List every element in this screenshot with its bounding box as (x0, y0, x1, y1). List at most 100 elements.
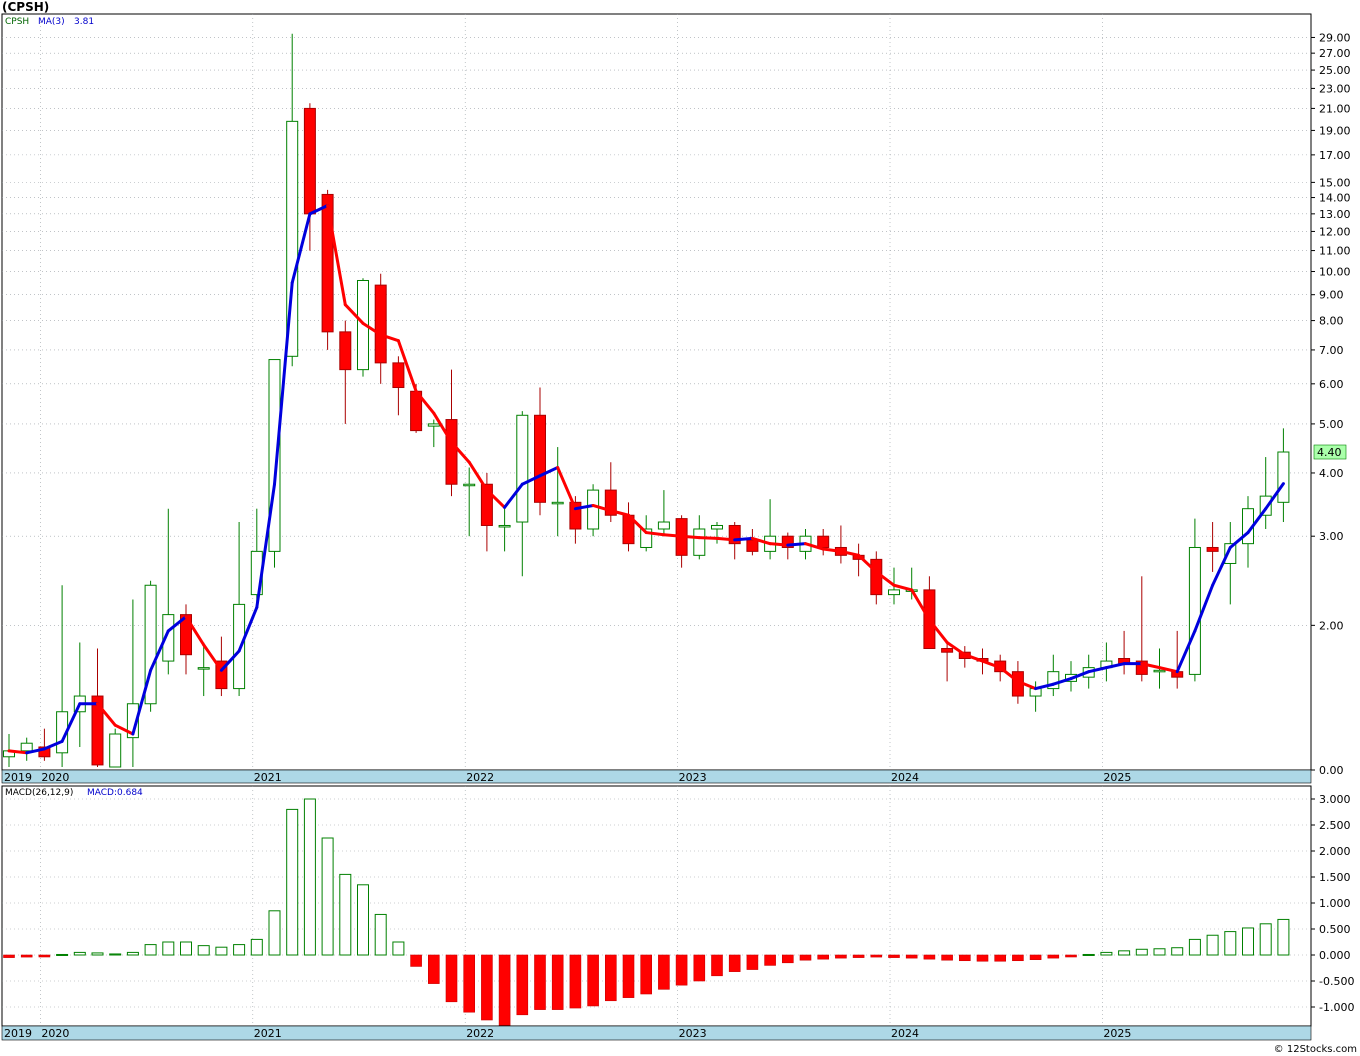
legend-ma-value: 3.81 (74, 17, 94, 27)
macd-bar-negative (658, 954, 670, 990)
price-tick-label: 14.00 (1319, 192, 1351, 205)
price-tick-label: 8.00 (1319, 315, 1344, 328)
price-tick-label: 5.00 (1319, 418, 1344, 431)
year-label: 2024 (891, 771, 919, 784)
candle-down (374, 284, 387, 364)
candle-down (339, 331, 352, 371)
price-tick-label: 2.00 (1319, 619, 1344, 632)
macd-bar-negative (516, 954, 529, 1016)
macd-bar-negative (1065, 954, 1077, 958)
macd-bar-positive (1188, 938, 1201, 956)
macd-tick-label: 0.500 (1319, 923, 1351, 936)
price-tick-label: 6.00 (1319, 378, 1344, 391)
year-label: 2020 (41, 1027, 69, 1040)
macd-bar-negative (622, 954, 635, 998)
candle-up (463, 483, 476, 487)
macd-bar-positive (374, 913, 387, 956)
ma-segment (697, 536, 719, 540)
price-tick-label: 21.00 (1319, 102, 1351, 115)
macd-bar-negative (888, 954, 900, 958)
candle-down (321, 193, 334, 333)
macd-bar-positive (1153, 948, 1166, 956)
macd-bar-positive (286, 808, 299, 956)
macd-bar-negative (38, 954, 51, 958)
macd-bar-negative (534, 954, 546, 1010)
macd-bar-negative (693, 954, 706, 982)
ma-segment (680, 534, 701, 540)
stock-chart: 29.00 27.00 25.00 23.00 21.00 19.00 17.00 15.00… (0, 0, 1360, 1056)
macd-bar-negative (746, 954, 759, 970)
candle-up (197, 667, 210, 670)
macd-bar-negative (481, 954, 493, 1021)
macd-bar-negative (498, 954, 511, 1026)
macd-bar-negative (994, 954, 1007, 962)
price-tick-label: 7.00 (1319, 344, 1344, 357)
macd-bar-negative (1047, 954, 1060, 959)
candle-down (445, 419, 458, 485)
year-label: 2022 (466, 771, 494, 784)
candle-up (427, 423, 440, 427)
macd-bar-positive (91, 952, 104, 956)
macd-bar-positive (268, 910, 281, 956)
candle-down (870, 558, 883, 596)
price-tick-label: 0.00 (1319, 764, 1344, 777)
year-label: 2023 (679, 771, 707, 784)
price-tick-label: 23.00 (1319, 82, 1351, 95)
candle-up (233, 603, 246, 690)
macd-tick-label: 0.000 (1319, 949, 1351, 962)
macd-bar-positive (162, 941, 175, 956)
price-tick-label: 29.00 (1319, 31, 1351, 44)
macd-bar-negative (427, 954, 440, 984)
candle-down (1206, 546, 1219, 552)
macd-bar-negative (958, 954, 971, 962)
macd-tick-label: 3.000 (1319, 793, 1351, 806)
candle-down (941, 648, 954, 653)
candle-up (1153, 669, 1166, 673)
macd-bar-positive (303, 798, 316, 956)
year-label: 2022 (466, 1027, 494, 1040)
ma-segment (715, 536, 737, 542)
macd-bar-negative (976, 954, 989, 962)
macd-bar-negative (675, 954, 688, 986)
macd-bar-positive (215, 946, 228, 956)
macd-bar-negative (835, 954, 847, 959)
macd-bar-negative (551, 954, 564, 1010)
macd-tick-label: 2.000 (1319, 845, 1351, 858)
macd-bar-positive (339, 873, 352, 956)
candle-up (711, 524, 723, 530)
legend-ma: MA(3) (38, 17, 65, 27)
ma-segment (768, 542, 790, 547)
watermark: © 12Stocks.com (1274, 1044, 1357, 1055)
candle-down (392, 362, 405, 389)
year-label: 2024 (891, 1027, 919, 1040)
macd-bar-negative (941, 954, 953, 961)
macd-bar-positive (1082, 953, 1095, 956)
macd-tick-label: 2.500 (1319, 819, 1351, 832)
macd-bar-negative (3, 954, 15, 958)
last-price-label: 4.40 (1317, 446, 1342, 459)
candle-up (1277, 451, 1290, 503)
price-tick-label: 4.00 (1319, 467, 1344, 480)
macd-bar-positive (250, 938, 263, 956)
price-tick-label: 11.00 (1319, 245, 1351, 258)
macd-bar-positive (1224, 931, 1237, 956)
macd-bar-negative (799, 954, 812, 961)
macd-bar-negative (410, 954, 422, 967)
macd-bar-positive (197, 945, 210, 956)
macd-tick-label: -0.500 (1319, 975, 1354, 988)
year-label: 2021 (254, 771, 282, 784)
macd-bar-negative (587, 954, 599, 1007)
macd-bar-positive (1242, 927, 1254, 956)
macd-bar-positive (73, 951, 86, 956)
macd-bar-negative (604, 954, 617, 1002)
macd-bar-positive (144, 944, 157, 956)
year-label: 2023 (679, 1027, 707, 1040)
candle-down (534, 414, 546, 503)
candle-up (693, 528, 706, 556)
macd-bar-positive (56, 953, 69, 956)
macd-bar-positive (392, 941, 405, 956)
candle-down (817, 535, 830, 548)
chart-title: (CPSH) (2, 0, 49, 14)
macd-bar-negative (445, 954, 458, 1003)
price-tick-label: 10.00 (1319, 266, 1351, 279)
